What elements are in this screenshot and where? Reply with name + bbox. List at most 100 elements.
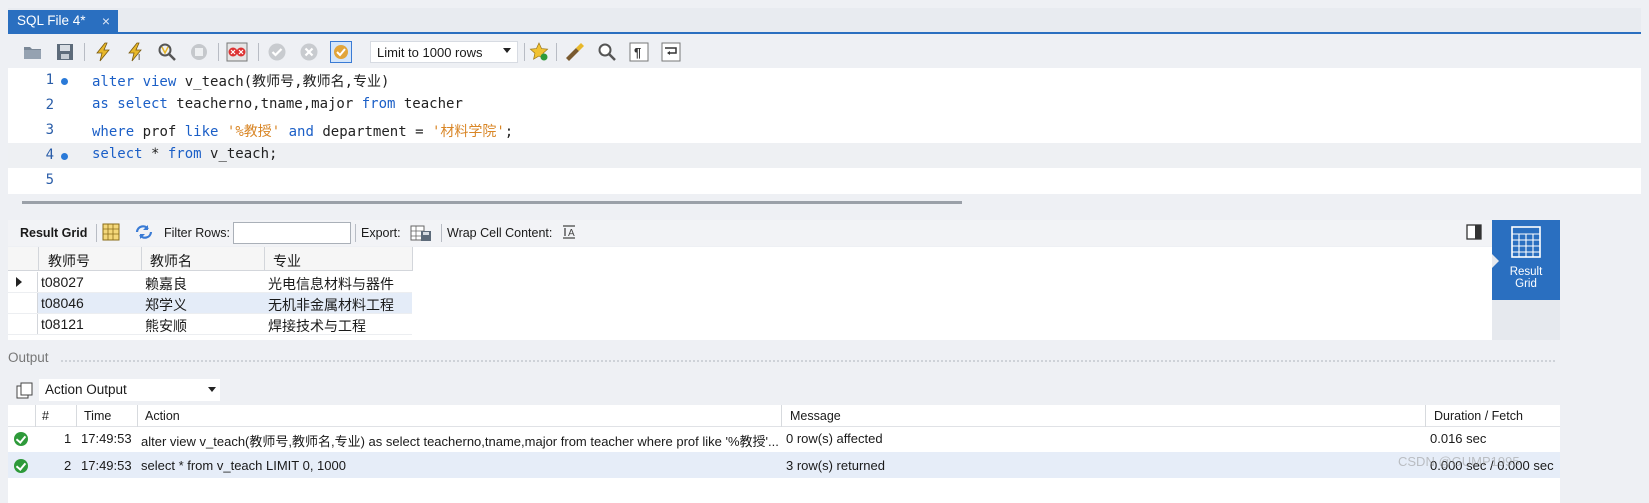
rollback-icon[interactable] (298, 41, 320, 63)
toggle-side-panel-icon[interactable] (1466, 224, 1482, 243)
tab-bar: SQL File 4* × (8, 8, 1641, 34)
separator (441, 224, 442, 242)
stop-icon[interactable] (188, 41, 210, 63)
autocommit-icon[interactable] (330, 41, 352, 63)
editor-line: 3 where prof like '%教授' and department =… (8, 118, 1641, 143)
wrap-cell-icon[interactable]: A (561, 224, 577, 243)
wrap-cell-content-label: Wrap Cell Content: (447, 226, 553, 240)
separator (355, 224, 356, 242)
separator (218, 43, 219, 61)
execute-current-icon[interactable]: I (124, 41, 146, 63)
find-icon[interactable] (596, 41, 618, 63)
tab-title: SQL File 4* (17, 13, 86, 28)
refresh-icon[interactable] (134, 223, 154, 244)
side-panel: Result Grid (1492, 220, 1560, 340)
result-grid[interactable]: 教师号 教师名 专业 t08027 赖嘉良 光电信息材料与器件 t08046 郑… (8, 247, 1492, 340)
cell[interactable]: 无机非金属材料工程 (268, 295, 394, 315)
line-number: 5 (45, 172, 54, 188)
close-icon[interactable]: × (102, 13, 110, 29)
cell[interactable]: 郑学义 (145, 295, 187, 315)
limit-rows-select[interactable]: Limit to 1000 rows (370, 41, 518, 63)
output-time: 17:49:53 (81, 431, 132, 446)
sql-editor[interactable]: 1 alter view v_teach(教师号,教师名,专业) 2 as se… (8, 68, 1641, 194)
grid-icon (1511, 226, 1541, 258)
result-grid-toolbar: Result Grid Filter Rows: Export: Wrap Ce… (8, 220, 1492, 246)
explain-icon[interactable] (156, 41, 178, 63)
result-grid-label: Result Grid (20, 226, 88, 240)
column-header-action[interactable]: Action (145, 409, 180, 423)
statement-marker-icon (61, 153, 68, 160)
cell[interactable]: t08046 (41, 295, 84, 311)
commit-icon[interactable] (266, 41, 288, 63)
output-duration: 0.016 sec (1430, 431, 1487, 446)
column-header-teacherno[interactable]: 教师号 (48, 251, 90, 271)
output-panel-title: Output (8, 350, 1560, 370)
tab-sql-file-4[interactable]: SQL File 4* × (8, 10, 118, 34)
separator (84, 43, 85, 61)
output-num: 1 (64, 431, 72, 446)
code-text: select * from v_teach; (92, 146, 278, 162)
panel-grip[interactable] (60, 359, 1555, 363)
output-row[interactable]: 2 17:49:53 select * from v_teach LIMIT 0… (8, 452, 1560, 478)
workbench-window: SQL File 4* × I Limit to 1000 rows ¶ 1 a… (0, 0, 1649, 503)
svg-text:I: I (138, 53, 140, 62)
code-text: as select teacherno,tname,major from tea… (92, 96, 463, 112)
grid-form-icon[interactable] (102, 223, 120, 244)
code-text: where prof like '%教授' and department = '… (92, 124, 514, 140)
column-separator (141, 247, 142, 271)
column-header-message[interactable]: Message (790, 409, 841, 423)
row-header (8, 314, 38, 334)
success-icon (14, 459, 28, 473)
chevron-down-icon (208, 387, 216, 392)
row-header (8, 293, 38, 313)
output-type-select[interactable]: Action Output (39, 379, 220, 401)
result-grid-side-button[interactable]: Result Grid (1492, 220, 1560, 300)
cell[interactable]: 熊安顺 (145, 316, 187, 336)
copy-icon[interactable] (16, 382, 34, 403)
table-row[interactable]: t08027 赖嘉良 光电信息材料与器件 (8, 272, 412, 293)
cell[interactable]: t08027 (41, 274, 84, 290)
beautify-icon[interactable] (564, 41, 586, 63)
current-row-icon (16, 277, 22, 287)
wrap-icon[interactable] (660, 41, 682, 63)
bookmark-star-icon[interactable] (528, 41, 550, 63)
output-title: Output (8, 350, 49, 365)
cell[interactable]: 焊接技术与工程 (268, 316, 366, 336)
watermark: CSDN @GUMP1995 (1398, 454, 1520, 469)
separator (258, 43, 259, 61)
cell[interactable]: 赖嘉良 (145, 274, 187, 294)
cell[interactable]: t08121 (41, 316, 84, 332)
column-header-tname[interactable]: 教师名 (150, 251, 192, 271)
success-icon (14, 432, 28, 446)
column-separator (76, 405, 77, 427)
column-separator (1425, 405, 1426, 427)
column-separator (38, 247, 39, 271)
column-header-major[interactable]: 专业 (273, 251, 301, 271)
save-icon[interactable] (54, 41, 76, 63)
editor-line: 5 (8, 168, 1641, 193)
output-message: 0 row(s) affected (786, 431, 883, 446)
line-number: 2 (45, 97, 54, 113)
column-header-duration[interactable]: Duration / Fetch (1434, 409, 1523, 423)
separator (556, 43, 557, 61)
table-row[interactable]: t08121 熊安顺 焊接技术与工程 (8, 314, 412, 335)
action-output-table[interactable]: # Time Action Message Duration / Fetch 1… (8, 405, 1560, 503)
execute-icon[interactable] (92, 41, 114, 63)
editor-horizontal-scrollbar[interactable] (22, 201, 962, 204)
svg-text:¶: ¶ (634, 45, 641, 60)
column-header-num[interactable]: # (42, 409, 49, 423)
table-row[interactable]: t08046 郑学义 无机非金属材料工程 (8, 293, 412, 314)
cell[interactable]: 光电信息材料与器件 (268, 274, 394, 294)
invisible-chars-icon[interactable]: ¶ (628, 41, 650, 63)
output-row[interactable]: 1 17:49:53 alter view v_teach(教师号,教师名,专业… (8, 425, 1560, 451)
limit-rows-value: Limit to 1000 rows (377, 45, 483, 60)
open-folder-icon[interactable] (22, 41, 44, 63)
column-header-time[interactable]: Time (84, 409, 111, 423)
toggle-error-icon[interactable] (226, 41, 248, 63)
filter-rows-input[interactable] (233, 222, 351, 244)
output-time: 17:49:53 (81, 458, 132, 473)
export-icon[interactable] (410, 223, 432, 246)
line-number: 4 (45, 147, 54, 163)
line-number: 3 (45, 122, 54, 138)
output-toolbar: Action Output (8, 376, 1560, 404)
